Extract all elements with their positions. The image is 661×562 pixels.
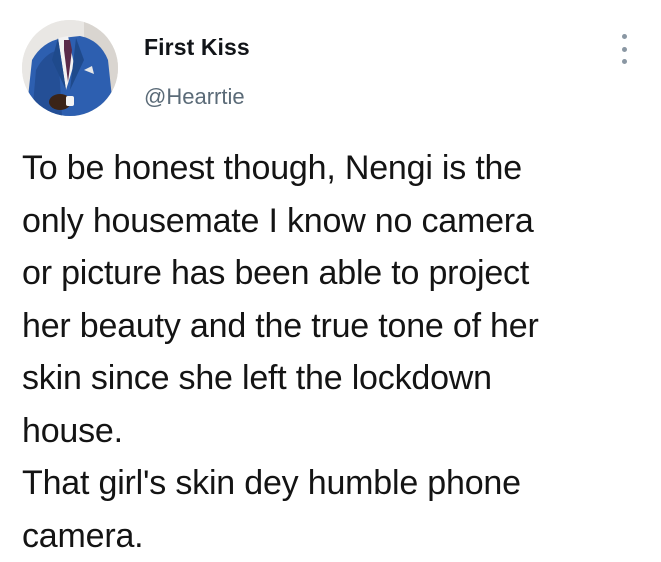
- tweet-text: To be honest though, Nengi is the only h…: [22, 149, 539, 555]
- avatar[interactable]: [22, 20, 118, 116]
- tweet-card: First Kiss @Hearrtie To be honest though…: [0, 0, 661, 560]
- display-name[interactable]: First Kiss: [144, 34, 250, 61]
- more-options-button[interactable]: [614, 34, 634, 64]
- vertical-ellipsis-icon-dot: [621, 59, 627, 64]
- vertical-ellipsis-icon-dot: [621, 46, 627, 52]
- vertical-ellipsis-icon: [621, 34, 627, 39]
- profile-photo-icon: [22, 20, 118, 116]
- user-handle[interactable]: @Hearrtie: [144, 84, 245, 110]
